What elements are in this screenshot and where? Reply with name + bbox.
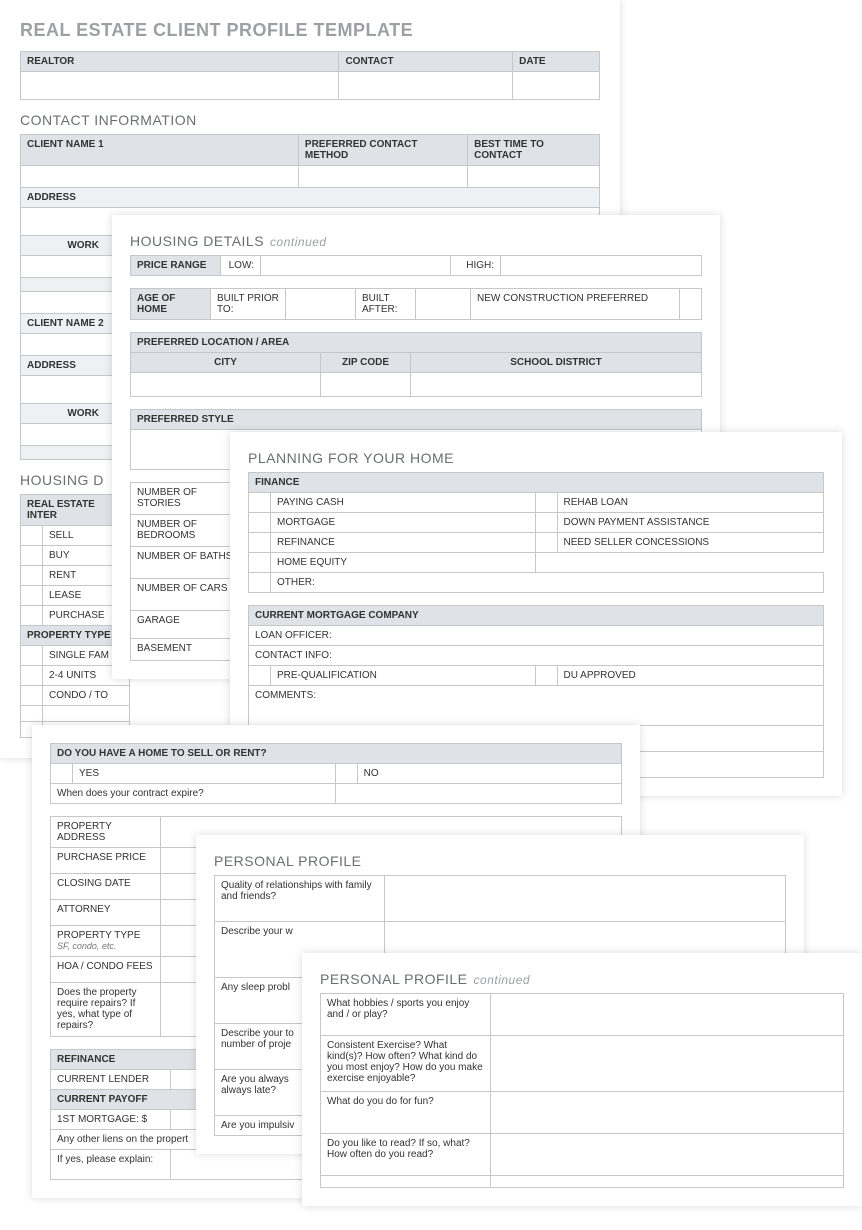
no-label: NO bbox=[357, 764, 621, 784]
pref-location-label: PREFERRED LOCATION / AREA bbox=[131, 333, 702, 353]
fin-equity: HOME EQUITY bbox=[271, 553, 536, 573]
basement-label: BASEMENT bbox=[131, 639, 240, 661]
pref-contact-header: PREFERRED CONTACT METHOD bbox=[298, 135, 467, 166]
current-lender: CURRENT LENDER bbox=[51, 1070, 171, 1090]
prop-condo: CONDO / TO bbox=[43, 686, 130, 706]
location-table: PREFERRED LOCATION / AREA CITY ZIP CODE … bbox=[130, 332, 702, 397]
new-construction-label: NEW CONSTRUCTION PREFERRED bbox=[471, 289, 680, 320]
pre-qual-label: PRE-QUALIFICATION bbox=[271, 666, 536, 686]
purchase-price: PURCHASE PRICE bbox=[51, 848, 161, 874]
yes-label: YES bbox=[73, 764, 336, 784]
prop-address: PROPERTY ADDRESS bbox=[51, 817, 161, 848]
main-title: REAL ESTATE CLIENT PROFILE TEMPLATE bbox=[20, 20, 600, 41]
comments-label: COMMENTS: bbox=[249, 686, 824, 726]
loan-officer-label: LOAN OFFICER: bbox=[249, 626, 824, 646]
q-relationships: Quality of relationships with family and… bbox=[215, 876, 385, 922]
contact-info-label: CONTACT INFO: bbox=[249, 646, 824, 666]
numbers-table: NUMBER OF STORIES NUMBER OF BEDROOMS NUM… bbox=[130, 482, 240, 661]
contact-info-heading: CONTACT INFORMATION bbox=[20, 112, 600, 128]
high-label: HIGH: bbox=[451, 256, 501, 276]
pref-style-label: PREFERRED STYLE bbox=[131, 410, 702, 430]
planning-heading: PLANNING FOR YOUR HOME bbox=[248, 450, 824, 466]
q-exercise: Consistent Exercise? What kind(s)? How o… bbox=[321, 1036, 491, 1092]
low-label: LOW: bbox=[221, 256, 261, 276]
q-fun: What do you do for fun? bbox=[321, 1092, 491, 1134]
contact-header: CONTACT bbox=[339, 52, 513, 72]
sell-rent-q: DO YOU HAVE A HOME TO SELL OR RENT? bbox=[51, 744, 622, 764]
fin-cash: PAYING CASH bbox=[271, 493, 536, 513]
fin-mortgage: MORTGAGE bbox=[271, 513, 536, 533]
prop-type-cell: PROPERTY TYPESF, condo, etc. bbox=[51, 926, 161, 957]
first-mortgage: 1ST MORTGAGE: $ bbox=[51, 1110, 171, 1130]
hoa-fees: HOA / CONDO FEES bbox=[51, 957, 161, 983]
q-read: Do you like to read? If so, what? How of… bbox=[321, 1134, 491, 1176]
fin-concessions: NEED SELLER CONCESSIONS bbox=[557, 533, 824, 553]
best-time-header: BEST TIME TO CONTACT bbox=[468, 135, 600, 166]
school-header: SCHOOL DISTRICT bbox=[411, 353, 702, 373]
price-range-label: PRICE RANGE bbox=[131, 256, 221, 276]
zip-header: ZIP CODE bbox=[321, 353, 411, 373]
explain: If yes, please explain: bbox=[51, 1150, 171, 1180]
fin-refinance: REFINANCE bbox=[271, 533, 536, 553]
housing-details-heading: HOUSING DETAILScontinued bbox=[130, 233, 702, 249]
mortgage-company-header: CURRENT MORTGAGE COMPANY bbox=[249, 606, 824, 626]
num-bedrooms-label: NUMBER OF BEDROOMS bbox=[131, 515, 240, 547]
date-header: DATE bbox=[513, 52, 600, 72]
sell-rent-table: DO YOU HAVE A HOME TO SELL OR RENT? YES … bbox=[50, 743, 622, 804]
client-name-1-header: CLIENT NAME 1 bbox=[21, 135, 299, 166]
fin-down: DOWN PAYMENT ASSISTANCE bbox=[557, 513, 824, 533]
realtor-table: REALTOR CONTACT DATE bbox=[20, 51, 600, 100]
personal-table-2: What hobbies / sports you enjoy and / or… bbox=[320, 993, 844, 1188]
personal-profile-heading: PERSONAL PROFILE bbox=[214, 853, 786, 869]
finance-table: FINANCE PAYING CASH REHAB LOAN MORTGAGE … bbox=[248, 472, 824, 593]
attorney: ATTORNEY bbox=[51, 900, 161, 926]
finance-header: FINANCE bbox=[249, 473, 824, 493]
num-stories-label: NUMBER OF STORIES bbox=[131, 483, 240, 515]
num-baths-label: NUMBER OF BATHS bbox=[131, 547, 240, 579]
num-cars-label: NUMBER OF CARS bbox=[131, 579, 240, 611]
du-approved-label: DU APPROVED bbox=[557, 666, 824, 686]
age-home-label: AGE OF HOME bbox=[131, 289, 211, 320]
q-hobbies: What hobbies / sports you enjoy and / or… bbox=[321, 994, 491, 1036]
closing-date: CLOSING DATE bbox=[51, 874, 161, 900]
contract-expire: When does your contract expire? bbox=[51, 784, 336, 804]
address-label: ADDRESS bbox=[21, 188, 600, 208]
fin-rehab: REHAB LOAN bbox=[557, 493, 824, 513]
repairs-q: Does the property require repairs? If ye… bbox=[51, 983, 161, 1037]
page-6: PERSONAL PROFILEcontinued What hobbies /… bbox=[302, 953, 862, 1206]
built-prior-label: BUILT PRIOR TO: bbox=[211, 289, 286, 320]
price-range-table: PRICE RANGE LOW: HIGH: bbox=[130, 255, 702, 276]
garage-label: GARAGE bbox=[131, 611, 240, 639]
fin-other: OTHER: bbox=[271, 573, 824, 593]
personal-profile-heading-2: PERSONAL PROFILEcontinued bbox=[320, 971, 844, 987]
built-after-label: BUILT AFTER: bbox=[356, 289, 416, 320]
age-of-home-table: AGE OF HOME BUILT PRIOR TO: BUILT AFTER:… bbox=[130, 288, 702, 320]
city-header: CITY bbox=[131, 353, 321, 373]
realtor-header: REALTOR bbox=[21, 52, 339, 72]
